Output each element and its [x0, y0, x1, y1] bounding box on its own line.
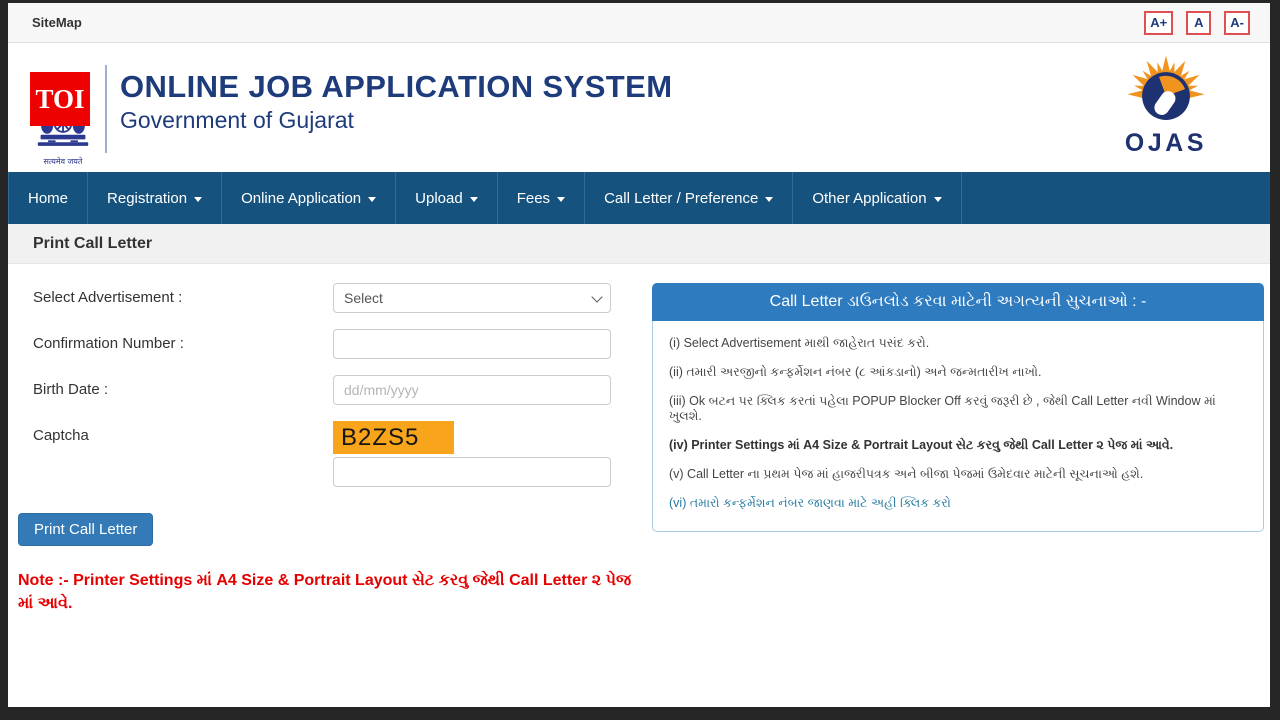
- printer-settings-note: Note :- Printer Settings માં A4 Size & P…: [18, 569, 646, 615]
- instruction-item-5: (v) Call Letter ના પ્રથમ પેજ માં હાજરીપત…: [669, 467, 1247, 482]
- header-divider: [105, 65, 107, 153]
- site-subtitle: Government of Gujarat: [120, 107, 672, 134]
- advertisement-select[interactable]: Select: [333, 283, 611, 313]
- main-navigation: Home Registration Online Application Upl…: [8, 172, 1270, 224]
- sitemap-link[interactable]: SiteMap: [32, 15, 82, 30]
- nav-online-application[interactable]: Online Application: [222, 172, 396, 224]
- captcha-input[interactable]: [333, 457, 611, 487]
- instruction-item-1: (i) Select Advertisement માથી જાહેરાત પસ…: [669, 336, 1247, 351]
- nav-home[interactable]: Home: [8, 172, 88, 224]
- instructions-panel: Call Letter ડાઉનલોડ કરવા માટેની અગત્યની …: [652, 283, 1264, 532]
- nav-fees-label: Fees: [517, 190, 550, 207]
- font-increase-button[interactable]: A+: [1144, 11, 1173, 35]
- nav-registration-label: Registration: [107, 190, 187, 207]
- chevron-down-icon: [934, 197, 942, 202]
- screenshot-frame: SiteMap A+ A A- TOI: [0, 0, 1280, 720]
- instruction-item-2: (ii) તમારી અરજીનો કન્ફર્મેશન નંબર (૮ આંક…: [669, 365, 1247, 380]
- instruction-item-4: (iv) Printer Settings માં A4 Size & Port…: [669, 438, 1247, 453]
- government-logo-block: TOI: [30, 51, 110, 169]
- ojas-logo: OJAS: [1120, 49, 1212, 167]
- birth-date-input[interactable]: [333, 375, 611, 405]
- page-title: Print Call Letter: [8, 224, 1270, 264]
- instructions-panel-title: Call Letter ડાઉનલોડ કરવા માટેની અગત્યની …: [652, 283, 1264, 321]
- nav-other-application[interactable]: Other Application: [793, 172, 961, 224]
- chevron-down-icon: [368, 197, 376, 202]
- font-normal-button[interactable]: A: [1186, 11, 1211, 35]
- page: SiteMap A+ A A- TOI: [8, 3, 1270, 707]
- nav-call-letter-preference-label: Call Letter / Preference: [604, 190, 758, 207]
- nav-fees[interactable]: Fees: [498, 172, 585, 224]
- chevron-down-icon: [765, 197, 773, 202]
- form-row-birthdate: Birth Date :: [33, 375, 628, 405]
- advertisement-label: Select Advertisement :: [33, 283, 333, 313]
- chevron-down-icon: [557, 197, 565, 202]
- toi-watermark: TOI: [30, 72, 90, 126]
- emblem-motto: सत्यमेव जयते: [32, 156, 94, 167]
- nav-call-letter-preference[interactable]: Call Letter / Preference: [585, 172, 793, 224]
- ojas-sun-icon: OJAS: [1120, 49, 1212, 167]
- form-row-confirmation: Confirmation Number :: [33, 329, 628, 359]
- site-header: TOI: [8, 43, 1270, 172]
- form-row-advertisement: Select Advertisement : Select: [33, 283, 628, 313]
- header-titles: ONLINE JOB APPLICATION SYSTEM Government…: [120, 71, 672, 134]
- birth-date-label: Birth Date :: [33, 375, 333, 405]
- nav-online-application-label: Online Application: [241, 190, 361, 207]
- top-bar: SiteMap A+ A A-: [8, 3, 1270, 43]
- font-decrease-button[interactable]: A-: [1224, 11, 1250, 35]
- nav-upload-label: Upload: [415, 190, 463, 207]
- instructions-panel-body: (i) Select Advertisement માથી જાહેરાત પસ…: [652, 321, 1264, 532]
- instruction-item-3: (iii) Ok બટન પર ક્લિક કરતાં પહેલા POPUP …: [669, 394, 1247, 424]
- nav-upload[interactable]: Upload: [396, 172, 498, 224]
- nav-other-application-label: Other Application: [812, 190, 926, 207]
- form-row-captcha: Captcha B2ZS5: [33, 421, 628, 487]
- font-size-controls: A+ A A-: [1144, 11, 1250, 35]
- main-content: Select Advertisement : Select Confirmati…: [8, 264, 1270, 706]
- confirmation-number-input[interactable]: [333, 329, 611, 359]
- nav-home-label: Home: [28, 190, 68, 207]
- site-title: ONLINE JOB APPLICATION SYSTEM: [120, 71, 672, 104]
- captcha-image: B2ZS5: [333, 421, 454, 454]
- captcha-label: Captcha: [33, 421, 333, 487]
- chevron-down-icon: [194, 197, 202, 202]
- confirmation-number-label: Confirmation Number :: [33, 329, 333, 359]
- ojas-logo-text: OJAS: [1125, 130, 1207, 157]
- call-letter-form: Select Advertisement : Select Confirmati…: [8, 283, 628, 487]
- instruction-item-6-confirmation-link[interactable]: (vi) તમારો કન્ફર્મેશન નંબર જાણવા માટે અહ…: [669, 496, 1247, 511]
- print-call-letter-button[interactable]: Print Call Letter: [18, 513, 153, 546]
- nav-registration[interactable]: Registration: [88, 172, 222, 224]
- chevron-down-icon: [470, 197, 478, 202]
